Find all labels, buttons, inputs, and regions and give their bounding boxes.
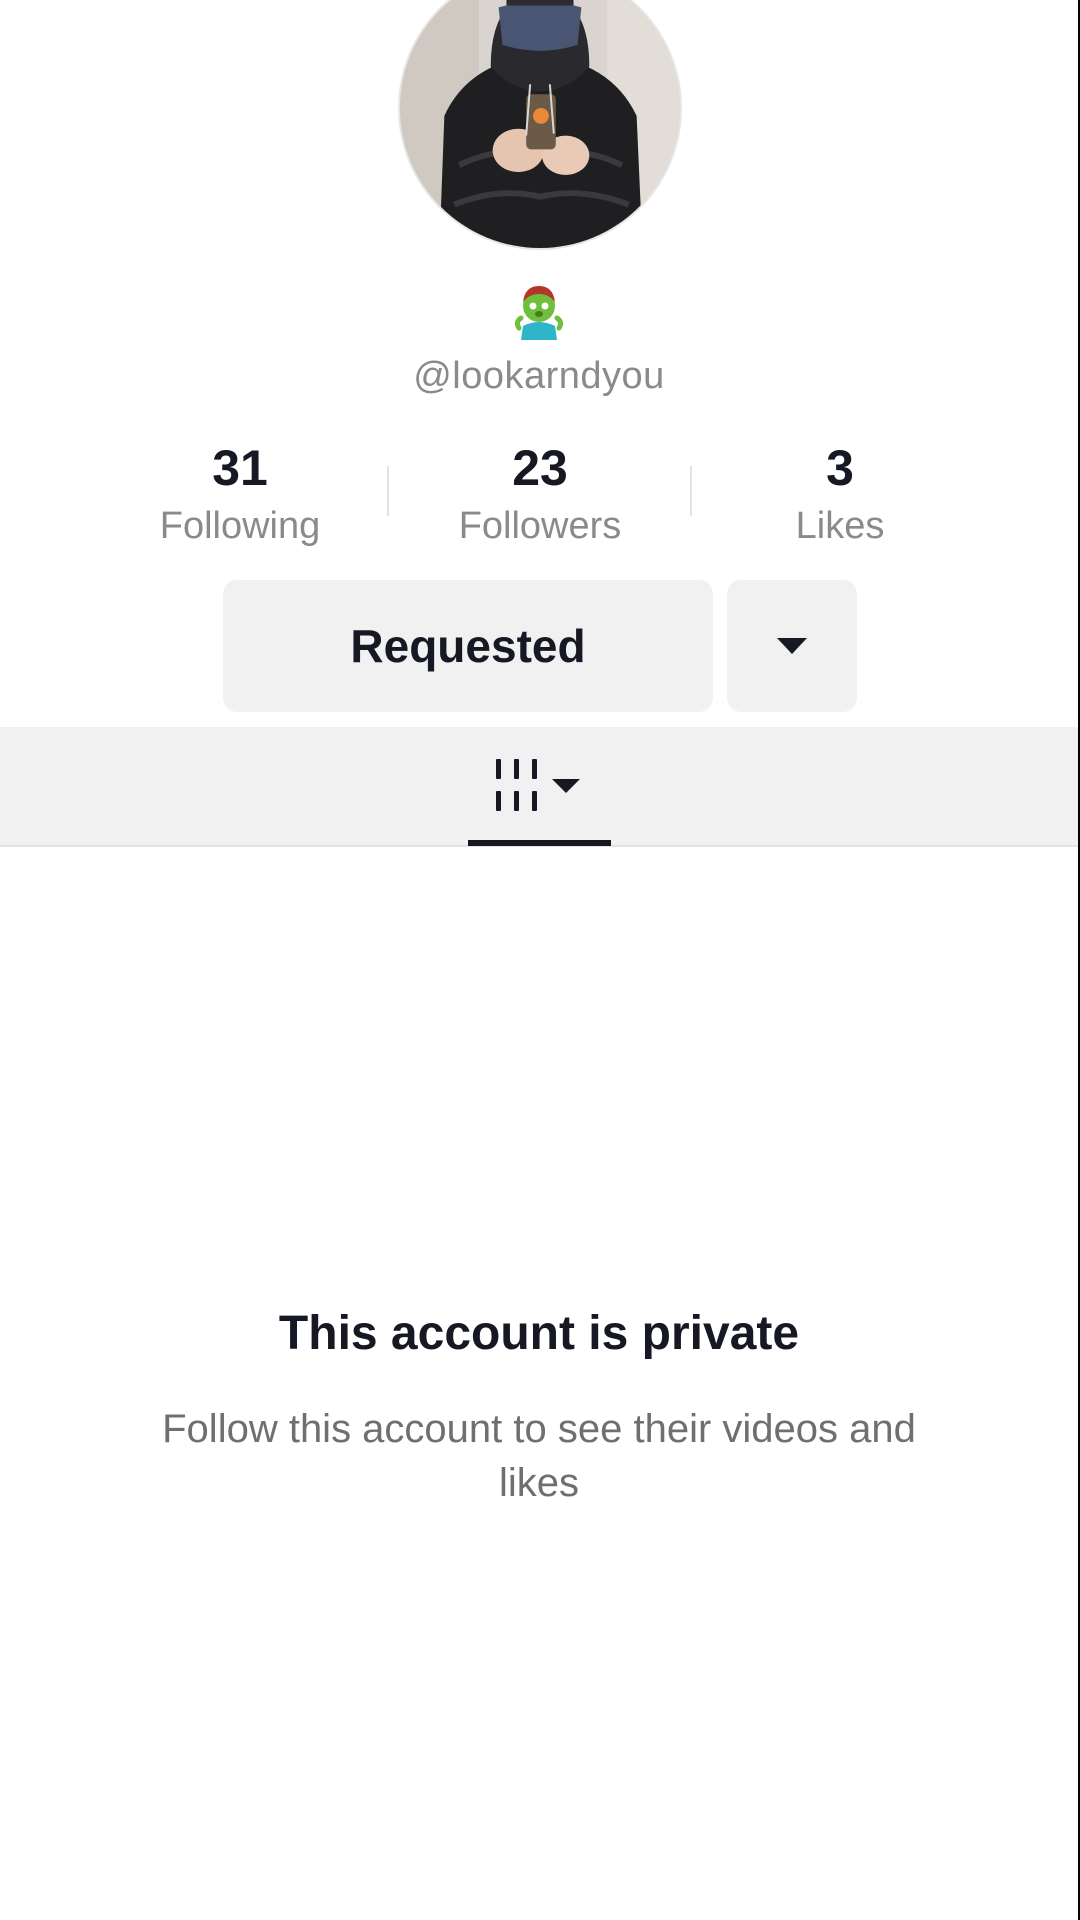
stat-divider <box>387 466 389 516</box>
stat-followers[interactable]: 23 Followers <box>410 438 670 550</box>
likes-count: 3 <box>826 440 854 496</box>
stat-divider <box>690 466 692 516</box>
caret-down-icon <box>777 638 807 654</box>
following-label: Following <box>159 505 321 547</box>
likes-label: Likes <box>795 505 885 547</box>
followers-count: 23 <box>512 440 568 496</box>
avatar-photo <box>400 0 680 248</box>
man-zombie-icon <box>514 286 564 340</box>
profile-screen: @lookarndyou 31 Following 23 Followers 3… <box>0 0 1078 1920</box>
requested-button[interactable]: Requested <box>223 580 713 712</box>
following-count: 31 <box>212 440 268 496</box>
display-name <box>0 282 1078 346</box>
suggested-accounts-dropdown-button[interactable] <box>727 580 857 712</box>
followers-label: Followers <box>458 505 622 547</box>
profile-tab-bar <box>0 727 1078 847</box>
private-account-subtitle: Follow this account to see their videos … <box>162 1407 916 1505</box>
username: @lookarndyou <box>413 355 665 397</box>
active-tab-indicator <box>468 840 611 846</box>
stat-likes[interactable]: 3 Likes <box>710 438 970 550</box>
private-account-title: This account is private <box>278 1307 800 1360</box>
stat-following[interactable]: 31 Following <box>110 438 370 550</box>
grid-columns-icon <box>496 759 580 811</box>
avatar[interactable] <box>398 0 682 250</box>
tab-videos[interactable] <box>468 727 611 845</box>
